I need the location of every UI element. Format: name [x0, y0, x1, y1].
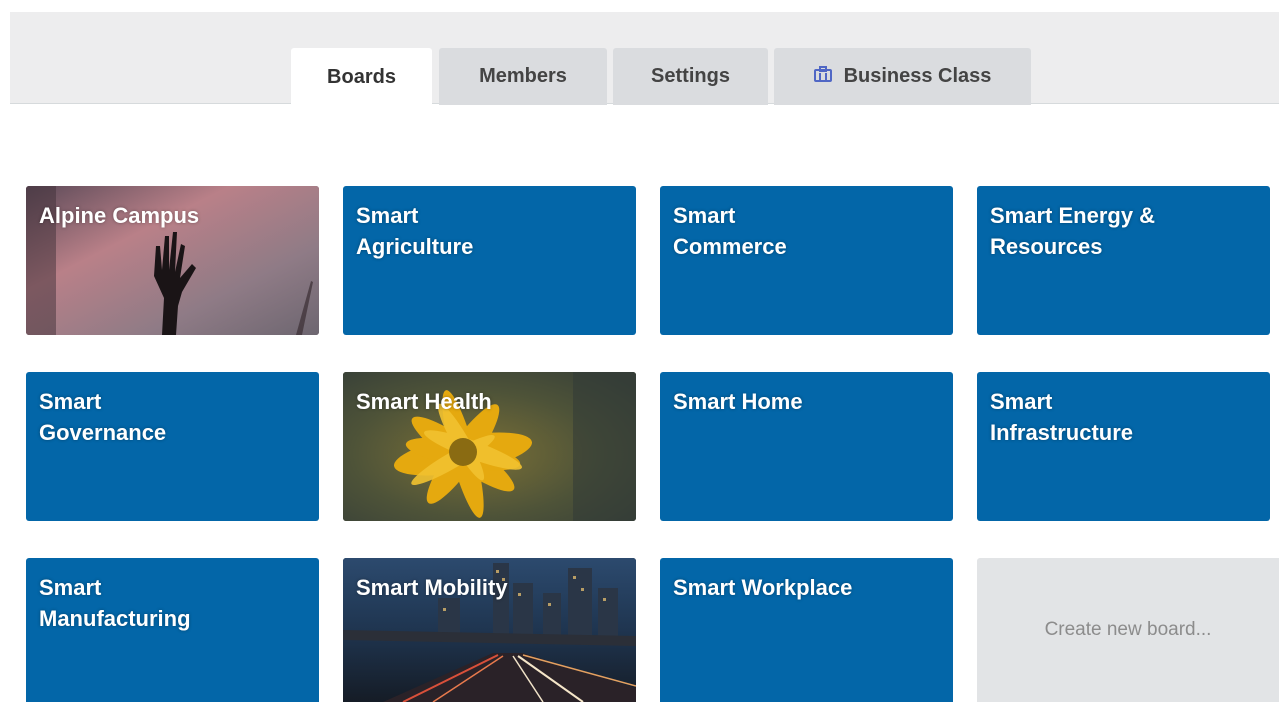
board-tile-smart-energy-resources[interactable]: Smart Energy & Resources: [977, 186, 1270, 335]
board-tile-smart-governance[interactable]: Smart Governance: [26, 372, 319, 521]
board-title: Alpine Campus: [39, 203, 200, 228]
create-new-board-tile[interactable]: Create new board...: [977, 558, 1279, 702]
tab-members[interactable]: Members: [439, 48, 607, 105]
board-title: Smart Commerce: [673, 203, 787, 259]
tab-bar: Boards Members Settings Business Class: [10, 12, 1279, 106]
board-title: Smart Health: [356, 389, 492, 414]
board-tile-smart-workplace[interactable]: Smart Workplace: [660, 558, 953, 702]
tab-business-class[interactable]: Business Class: [774, 48, 1031, 105]
tab-boards[interactable]: Boards: [291, 48, 432, 106]
board-title: Smart Workplace: [673, 575, 853, 600]
tab-settings[interactable]: Settings: [613, 48, 768, 105]
board-title: Smart Home: [673, 389, 803, 414]
board-tile-smart-home[interactable]: Smart Home: [660, 372, 953, 521]
board-tile-smart-health[interactable]: Smart Health: [343, 372, 636, 521]
tab-settings-label: Settings: [651, 65, 730, 87]
board-tile-smart-manufacturing[interactable]: Smart Manufacturing: [26, 558, 319, 702]
board-title: Smart Governance: [39, 389, 167, 445]
board-tile-smart-agriculture[interactable]: Smart Agriculture: [343, 186, 636, 335]
board-title: Smart Energy & Resources: [990, 203, 1156, 259]
board-tile-smart-mobility[interactable]: Smart Mobility: [343, 558, 636, 702]
board-title: Smart Agriculture: [356, 203, 474, 259]
tab-boards-label: Boards: [327, 65, 396, 88]
board-tile-smart-commerce[interactable]: Smart Commerce: [660, 186, 953, 335]
tab-members-label: Members: [479, 65, 567, 87]
briefcase-icon: [813, 65, 832, 88]
board-title: Smart Manufacturing: [39, 575, 191, 631]
create-new-board-label: Create new board...: [1044, 619, 1212, 640]
tab-business-class-label: Business Class: [843, 65, 992, 87]
board-title: Smart Mobility: [356, 575, 508, 600]
board-tile-smart-infrastructure[interactable]: Smart Infrastructure: [977, 372, 1270, 521]
board-title: Smart Infrastructure: [990, 389, 1134, 445]
board-tile-alpine-campus[interactable]: Alpine Campus: [26, 186, 319, 335]
